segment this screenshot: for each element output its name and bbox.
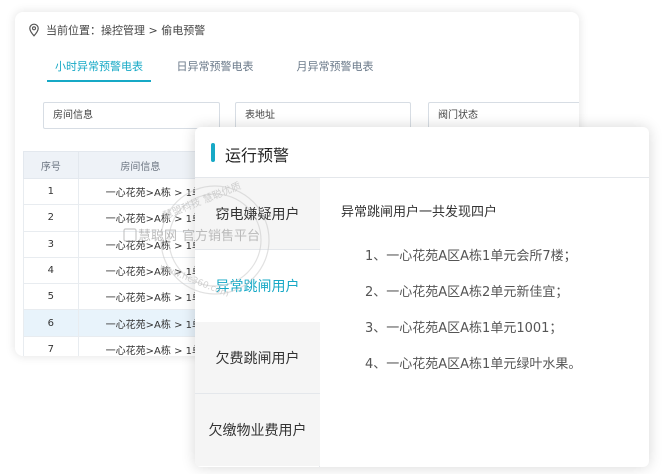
list-item: 4、一心花苑A区A栋1单元绿叶水果。	[365, 357, 582, 372]
tab-daily-abnormal[interactable]: 日异常预警电表	[163, 56, 267, 82]
meter-address-field[interactable]: 表地址	[235, 102, 411, 129]
warning-category-sidebar: 窃电嫌疑用户 异常跳闸用户 欠费跳闸用户 欠缴物业费用户	[195, 178, 320, 467]
cell-room: 一心花苑>A栋 > 1单	[77, 230, 204, 258]
table-row[interactable]: 3 一心花苑>A栋 > 1单	[23, 230, 204, 258]
table-row[interactable]: 4 一心花苑>A栋 > 1单	[23, 256, 204, 285]
breadcrumb: 当前位置： 操控管理 > 偷电预警	[27, 21, 205, 39]
cell-no: 7	[23, 335, 79, 356]
tab-bar: 小时异常预警电表 日异常预警电表 月异常预警电表	[33, 56, 413, 86]
cell-no: 5	[23, 283, 79, 311]
breadcrumb-path[interactable]: 操控管理 > 偷电预警	[101, 22, 205, 38]
cell-room: 一心花苑>A栋 > 1单	[77, 204, 204, 232]
room-info-field[interactable]: 房间信息	[43, 102, 220, 129]
tab-monthly-abnormal[interactable]: 月异常预警电表	[283, 56, 387, 82]
table-row[interactable]: 1 一心花苑>A栋 > 1单	[23, 177, 204, 206]
table-row[interactable]: 5 一心花苑>A栋 > 1单	[23, 283, 204, 311]
cell-no: 1	[23, 177, 79, 206]
operation-warning-panel: 运行预警 窃电嫌疑用户 异常跳闸用户 欠费跳闸用户 欠缴物业费用户 异常跳闸用户…	[195, 127, 649, 467]
meter-table: 序号 房间信息 1 一心花苑>A栋 > 1单 2 一心花苑>A栋 > 1单 3 一心花…	[23, 151, 204, 356]
cell-room: 一心花苑>A栋 > 1单	[77, 177, 204, 206]
panel-title: 运行预警	[225, 146, 290, 165]
sidebar-item-abnormal-trip[interactable]: 异常跳闸用户	[195, 250, 320, 322]
table-row-selected[interactable]: 6 一心花苑>A栋 > 1单	[23, 309, 204, 337]
column-header-room: 房间信息	[77, 151, 204, 179]
sidebar-item-arrears-trip[interactable]: 欠费跳闸用户	[195, 322, 320, 394]
cell-no: 2	[23, 204, 79, 232]
table-row[interactable]: 2 一心花苑>A栋 > 1单	[23, 204, 204, 232]
list-item: 1、一心花苑A区A栋1单元会所7楼；	[365, 249, 577, 264]
location-pin-icon	[29, 23, 39, 37]
warning-content: 异常跳闸用户一共发现四户 1、一心花苑A区A栋1单元会所7楼； 2、一心花苑A区…	[341, 201, 641, 389]
cell-room: 一心花苑>A栋 > 1单	[77, 335, 204, 356]
sidebar-item-unpaid-property-fee[interactable]: 欠缴物业费用户	[195, 394, 320, 466]
sidebar-item-theft-suspect[interactable]: 窃电嫌疑用户	[195, 178, 320, 250]
list-item: 3、一心花苑A区A栋1单元1001；	[365, 321, 563, 336]
table-row[interactable]: 7 一心花苑>A栋 > 1单	[23, 335, 204, 356]
column-header-no: 序号	[23, 151, 79, 179]
list-item: 2、一心花苑A区A栋2单元新佳宜；	[365, 285, 569, 300]
cell-no: 4	[23, 256, 79, 285]
cell-no: 3	[23, 230, 79, 258]
breadcrumb-prefix: 当前位置：	[46, 24, 101, 37]
title-accent-bar	[211, 143, 215, 162]
cell-room: 一心花苑>A栋 > 1单	[77, 283, 204, 311]
panel-header: 运行预警	[195, 127, 649, 178]
summary-text: 异常跳闸用户一共发现四户	[341, 205, 498, 220]
valve-status-field[interactable]: 阀门状态	[428, 102, 579, 129]
tab-hourly-abnormal[interactable]: 小时异常预警电表	[47, 56, 151, 82]
cell-room: 一心花苑>A栋 > 1单	[77, 256, 204, 285]
cell-no: 6	[23, 309, 79, 337]
cell-room: 一心花苑>A栋 > 1单	[77, 309, 204, 337]
